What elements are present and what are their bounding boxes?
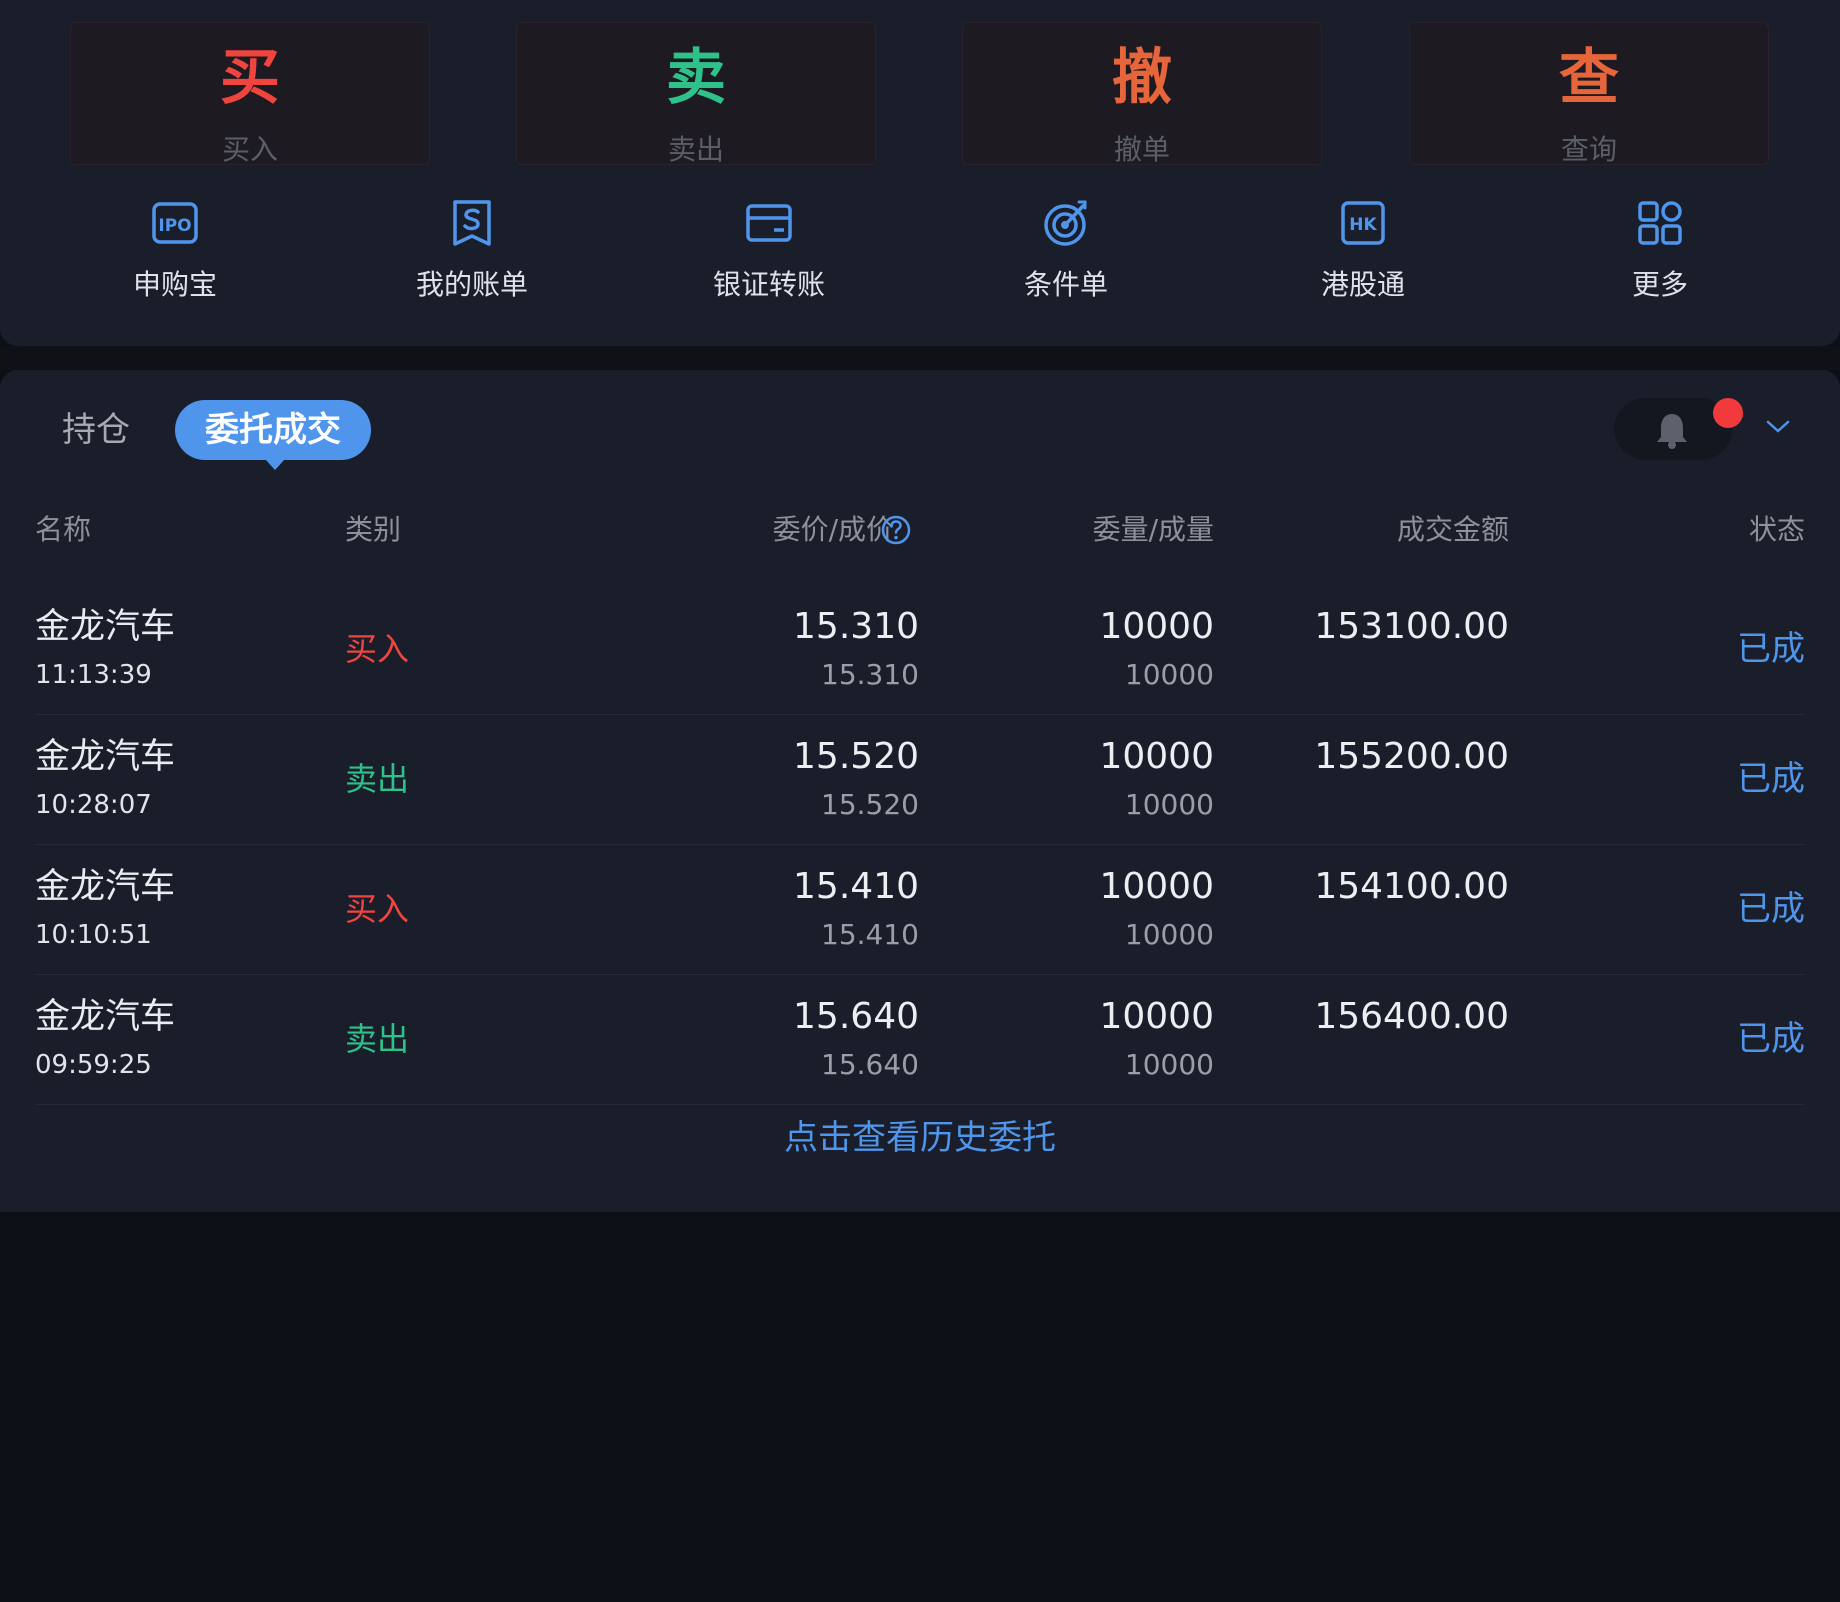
chevron-down-icon[interactable] xyxy=(1765,418,1791,436)
hk-icon: HK xyxy=(1341,201,1385,245)
table-row[interactable]: 金龙汽车 10:28:07 卖出 15.520 15.520 10000 100… xyxy=(35,715,1805,845)
column-header-amount: 成交金额 xyxy=(1396,513,1509,546)
shortcut-condition-order[interactable]: 条件单 xyxy=(976,190,1156,310)
order-type: 买入 xyxy=(345,890,410,928)
order-status: 已成 xyxy=(1737,1019,1805,1059)
shortcut-more[interactable]: 更多 xyxy=(1570,190,1750,310)
section-separator xyxy=(0,346,1840,370)
ipo-icon: IPO xyxy=(152,202,198,244)
order-quantity: 10000 xyxy=(1099,866,1214,907)
deal-quantity: 10000 xyxy=(1124,658,1214,691)
deal-amount: 155200.00 xyxy=(1314,736,1509,777)
orders-panel: 持仓 委托成交 名称 类别 委价/成价 委量/成量 成交金额 状态 金龙汽车 1… xyxy=(0,370,1840,1212)
column-header-type: 类别 xyxy=(345,513,402,546)
buy-button[interactable]: 买 买入 xyxy=(70,22,430,166)
tab-orders-deals[interactable]: 委托成交 xyxy=(175,400,371,470)
grid-icon xyxy=(1638,201,1682,245)
card-icon xyxy=(746,204,792,242)
order-quantity: 10000 xyxy=(1099,736,1214,777)
cancel-button-small-label: 撤单 xyxy=(1113,133,1170,166)
table-row[interactable]: 金龙汽车 09:59:25 卖出 15.640 15.640 10000 100… xyxy=(35,975,1805,1105)
view-history-orders-link[interactable]: 点击查看历史委托 xyxy=(0,1115,1840,1161)
shortcut-condition-order-label: 条件单 xyxy=(1023,268,1108,301)
column-header-status: 状态 xyxy=(1748,513,1805,546)
sell-button-big-label: 卖 xyxy=(666,43,726,113)
shortcut-ipo[interactable]: IPO 申购宝 xyxy=(85,190,265,310)
buy-button-big-label: 买 xyxy=(220,43,280,113)
cancel-button-big-label: 撤 xyxy=(1112,43,1172,113)
order-time: 10:28:07 xyxy=(35,790,152,820)
order-status: 已成 xyxy=(1737,889,1805,929)
stock-name: 金龙汽车 xyxy=(35,867,176,907)
deal-quantity: 10000 xyxy=(1124,788,1214,821)
help-icon[interactable] xyxy=(880,514,912,546)
deal-amount: 154100.00 xyxy=(1314,866,1509,907)
column-header-price: 委价/成价 xyxy=(772,513,894,546)
table-row[interactable]: 金龙汽车 10:10:51 买入 15.410 15.410 10000 100… xyxy=(35,845,1805,975)
shortcut-hk-connect[interactable]: HK 港股通 xyxy=(1273,190,1453,310)
order-quantity: 10000 xyxy=(1099,606,1214,647)
tab-holdings[interactable]: 持仓 xyxy=(62,408,130,452)
order-time: 09:59:25 xyxy=(35,1050,152,1080)
shortcut-more-label: 更多 xyxy=(1631,268,1688,301)
order-status: 已成 xyxy=(1737,629,1805,669)
shortcut-bank-transfer[interactable]: 银证转账 xyxy=(679,190,859,310)
deal-amount: 156400.00 xyxy=(1314,996,1509,1037)
order-type: 卖出 xyxy=(345,760,410,798)
bill-icon xyxy=(453,200,491,246)
order-price: 15.410 xyxy=(793,866,919,907)
bell-icon xyxy=(1657,414,1687,449)
query-button[interactable]: 查 查询 xyxy=(1409,22,1769,166)
unread-badge xyxy=(1713,398,1743,428)
order-price: 15.640 xyxy=(793,996,919,1037)
sell-button[interactable]: 卖 卖出 xyxy=(516,22,876,166)
shortcut-ipo-label: 申购宝 xyxy=(132,268,217,301)
order-time: 10:10:51 xyxy=(35,920,152,950)
order-price: 15.310 xyxy=(793,606,919,647)
order-quantity: 10000 xyxy=(1099,996,1214,1037)
order-time: 11:13:39 xyxy=(35,660,152,690)
cancel-order-button[interactable]: 撤 撤单 xyxy=(962,22,1322,166)
deal-price: 15.410 xyxy=(821,918,919,951)
shortcut-bank-transfer-label: 银证转账 xyxy=(712,268,825,301)
ipo-icon-text: IPO xyxy=(158,216,191,236)
column-header-name: 名称 xyxy=(35,513,92,546)
deal-price: 15.520 xyxy=(821,788,919,821)
target-icon xyxy=(1044,200,1087,246)
deal-quantity: 10000 xyxy=(1124,1048,1214,1081)
order-type: 卖出 xyxy=(345,1020,410,1058)
stock-name: 金龙汽车 xyxy=(35,737,176,777)
order-price: 15.520 xyxy=(793,736,919,777)
deal-quantity: 10000 xyxy=(1124,918,1214,951)
table-row[interactable]: 金龙汽车 11:13:39 买入 15.310 15.310 10000 100… xyxy=(35,585,1805,715)
order-status: 已成 xyxy=(1737,759,1805,799)
query-button-small-label: 查询 xyxy=(1560,133,1617,166)
buy-button-small-label: 买入 xyxy=(221,133,278,166)
top-panel: 买 买入 卖 卖出 撤 撤单 查 查询 IPO 申购宝 我的账单 银证转账 条件… xyxy=(0,0,1840,346)
shortcut-hk-connect-label: 港股通 xyxy=(1320,268,1405,301)
shortcut-my-bill[interactable]: 我的账单 xyxy=(382,190,562,310)
deal-price: 15.640 xyxy=(821,1048,919,1081)
column-header-quantity: 委量/成量 xyxy=(1092,513,1214,546)
query-button-big-label: 查 xyxy=(1559,43,1619,113)
stock-name: 金龙汽车 xyxy=(35,997,176,1037)
sell-button-small-label: 卖出 xyxy=(667,133,724,166)
order-type: 买入 xyxy=(345,630,410,668)
deal-amount: 153100.00 xyxy=(1314,606,1509,647)
hk-icon-text: HK xyxy=(1349,215,1377,235)
stock-name: 金龙汽车 xyxy=(35,607,176,647)
shortcut-my-bill-label: 我的账单 xyxy=(415,268,528,301)
deal-price: 15.310 xyxy=(821,658,919,691)
